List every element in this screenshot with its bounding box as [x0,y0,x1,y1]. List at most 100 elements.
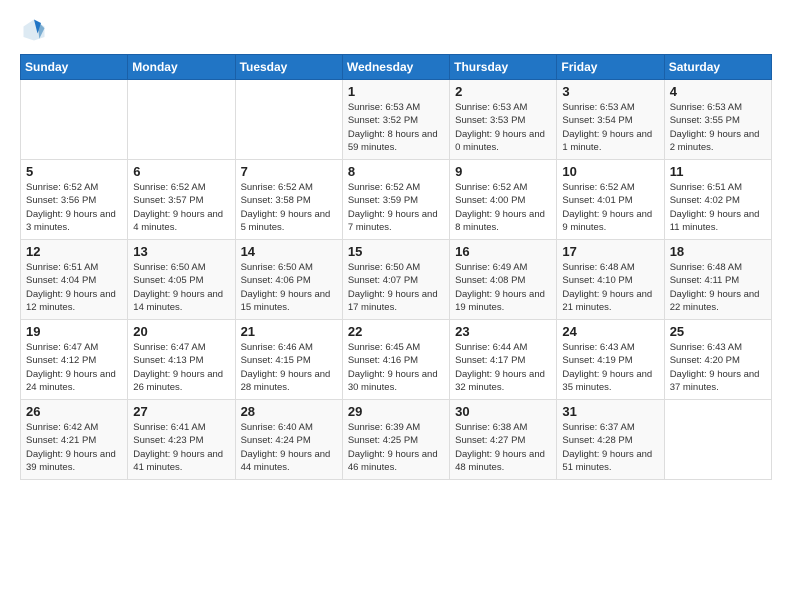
day-cell: 24 Sunrise: 6:43 AMSunset: 4:19 PMDayligh… [557,320,664,400]
day-cell: 25 Sunrise: 6:43 AMSunset: 4:20 PMDayligh… [664,320,771,400]
day-cell: 9 Sunrise: 6:52 AMSunset: 4:00 PMDaylight… [450,160,557,240]
day-number: 2 [455,84,551,99]
weekday-saturday: Saturday [664,55,771,80]
day-cell: 11 Sunrise: 6:51 AMSunset: 4:02 PMDayligh… [664,160,771,240]
weekday-wednesday: Wednesday [342,55,449,80]
day-cell [21,80,128,160]
day-info: Sunrise: 6:43 AMSunset: 4:19 PMDaylight:… [562,341,658,394]
day-info: Sunrise: 6:48 AMSunset: 4:11 PMDaylight:… [670,261,766,314]
day-number: 23 [455,324,551,339]
day-info: Sunrise: 6:44 AMSunset: 4:17 PMDaylight:… [455,341,551,394]
day-info: Sunrise: 6:43 AMSunset: 4:20 PMDaylight:… [670,341,766,394]
day-number: 25 [670,324,766,339]
day-number: 4 [670,84,766,99]
day-cell: 18Sunrise: 6:48 AMSunset: 4:11 PMDayligh… [664,240,771,320]
day-cell [128,80,235,160]
weekday-monday: Monday [128,55,235,80]
day-number: 10 [562,164,658,179]
day-number: 31 [562,404,658,419]
day-cell: 7 Sunrise: 6:52 AMSunset: 3:58 PMDaylight… [235,160,342,240]
day-number: 17 [562,244,658,259]
day-info: Sunrise: 6:52 AMSunset: 3:58 PMDaylight:… [241,181,337,234]
day-number: 20 [133,324,229,339]
day-number: 28 [241,404,337,419]
day-cell: 19 Sunrise: 6:47 AMSunset: 4:12 PMDayligh… [21,320,128,400]
day-info: Sunrise: 6:53 AMSunset: 3:52 PMDaylight:… [348,101,444,154]
day-number: 14 [241,244,337,259]
day-info: Sunrise: 6:52 AMSunset: 3:56 PMDaylight:… [26,181,122,234]
day-cell: 10 Sunrise: 6:52 AMSunset: 4:01 PMDayligh… [557,160,664,240]
day-number: 26 [26,404,122,419]
day-cell: 29Sunrise: 6:39 AMSunset: 4:25 PMDayligh… [342,400,449,480]
day-info: Sunrise: 6:38 AMSunset: 4:27 PMDaylight:… [455,421,551,474]
weekday-thursday: Thursday [450,55,557,80]
weekday-friday: Friday [557,55,664,80]
day-number: 3 [562,84,658,99]
day-info: Sunrise: 6:50 AMSunset: 4:06 PMDaylight:… [241,261,337,314]
day-number: 21 [241,324,337,339]
day-info: Sunrise: 6:49 AMSunset: 4:08 PMDaylight:… [455,261,551,314]
day-info: Sunrise: 6:39 AMSunset: 4:25 PMDaylight:… [348,421,444,474]
day-cell: 20Sunrise: 6:47 AMSunset: 4:13 PMDayligh… [128,320,235,400]
logo [20,16,52,44]
day-info: Sunrise: 6:53 AMSunset: 3:55 PMDaylight:… [670,101,766,154]
weekday-header-row: SundayMondayTuesdayWednesdayThursdayFrid… [21,55,772,80]
day-number: 8 [348,164,444,179]
day-number: 7 [241,164,337,179]
day-number: 5 [26,164,122,179]
day-info: Sunrise: 6:52 AMSunset: 4:01 PMDaylight:… [562,181,658,234]
day-number: 6 [133,164,229,179]
day-number: 13 [133,244,229,259]
day-cell: 23 Sunrise: 6:44 AMSunset: 4:17 PMDayligh… [450,320,557,400]
day-cell: 31 Sunrise: 6:37 AMSunset: 4:28 PMDayligh… [557,400,664,480]
day-info: Sunrise: 6:48 AMSunset: 4:10 PMDaylight:… [562,261,658,314]
day-number: 24 [562,324,658,339]
day-info: Sunrise: 6:46 AMSunset: 4:15 PMDaylight:… [241,341,337,394]
day-cell: 22 Sunrise: 6:45 AMSunset: 4:16 PMDayligh… [342,320,449,400]
calendar: SundayMondayTuesdayWednesdayThursdayFrid… [20,54,772,480]
day-info: Sunrise: 6:47 AMSunset: 4:12 PMDaylight:… [26,341,122,394]
day-number: 9 [455,164,551,179]
week-row-1: 1 Sunrise: 6:53 AMSunset: 3:52 PMDaylight… [21,80,772,160]
day-info: Sunrise: 6:51 AMSunset: 4:04 PMDaylight:… [26,261,122,314]
day-cell: 30 Sunrise: 6:38 AMSunset: 4:27 PMDayligh… [450,400,557,480]
day-cell: 26 Sunrise: 6:42 AMSunset: 4:21 PMDayligh… [21,400,128,480]
day-info: Sunrise: 6:40 AMSunset: 4:24 PMDaylight:… [241,421,337,474]
day-info: Sunrise: 6:37 AMSunset: 4:28 PMDaylight:… [562,421,658,474]
logo-icon [20,16,48,44]
day-cell [235,80,342,160]
day-number: 19 [26,324,122,339]
day-cell: 16 Sunrise: 6:49 AMSunset: 4:08 PMDayligh… [450,240,557,320]
day-number: 1 [348,84,444,99]
day-info: Sunrise: 6:52 AMSunset: 4:00 PMDaylight:… [455,181,551,234]
day-cell: 21 Sunrise: 6:46 AMSunset: 4:15 PMDayligh… [235,320,342,400]
day-number: 11 [670,164,766,179]
day-info: Sunrise: 6:51 AMSunset: 4:02 PMDaylight:… [670,181,766,234]
day-info: Sunrise: 6:50 AMSunset: 4:05 PMDaylight:… [133,261,229,314]
day-cell: 17 Sunrise: 6:48 AMSunset: 4:10 PMDayligh… [557,240,664,320]
day-cell [664,400,771,480]
day-cell: 1 Sunrise: 6:53 AMSunset: 3:52 PMDaylight… [342,80,449,160]
week-row-4: 19 Sunrise: 6:47 AMSunset: 4:12 PMDayligh… [21,320,772,400]
day-info: Sunrise: 6:45 AMSunset: 4:16 PMDaylight:… [348,341,444,394]
day-cell: 8 Sunrise: 6:52 AMSunset: 3:59 PMDaylight… [342,160,449,240]
day-number: 22 [348,324,444,339]
day-info: Sunrise: 6:53 AMSunset: 3:54 PMDaylight:… [562,101,658,154]
page: SundayMondayTuesdayWednesdayThursdayFrid… [0,0,792,612]
day-info: Sunrise: 6:52 AMSunset: 3:59 PMDaylight:… [348,181,444,234]
day-number: 15 [348,244,444,259]
day-number: 27 [133,404,229,419]
day-info: Sunrise: 6:52 AMSunset: 3:57 PMDaylight:… [133,181,229,234]
day-cell: 4 Sunrise: 6:53 AMSunset: 3:55 PMDaylight… [664,80,771,160]
day-cell: 12Sunrise: 6:51 AMSunset: 4:04 PMDayligh… [21,240,128,320]
day-number: 30 [455,404,551,419]
day-cell: 6 Sunrise: 6:52 AMSunset: 3:57 PMDaylight… [128,160,235,240]
week-row-3: 12Sunrise: 6:51 AMSunset: 4:04 PMDayligh… [21,240,772,320]
day-info: Sunrise: 6:50 AMSunset: 4:07 PMDaylight:… [348,261,444,314]
day-cell: 28 Sunrise: 6:40 AMSunset: 4:24 PMDayligh… [235,400,342,480]
day-number: 16 [455,244,551,259]
day-cell: 14 Sunrise: 6:50 AMSunset: 4:06 PMDayligh… [235,240,342,320]
weekday-tuesday: Tuesday [235,55,342,80]
day-info: Sunrise: 6:42 AMSunset: 4:21 PMDaylight:… [26,421,122,474]
day-info: Sunrise: 6:53 AMSunset: 3:53 PMDaylight:… [455,101,551,154]
